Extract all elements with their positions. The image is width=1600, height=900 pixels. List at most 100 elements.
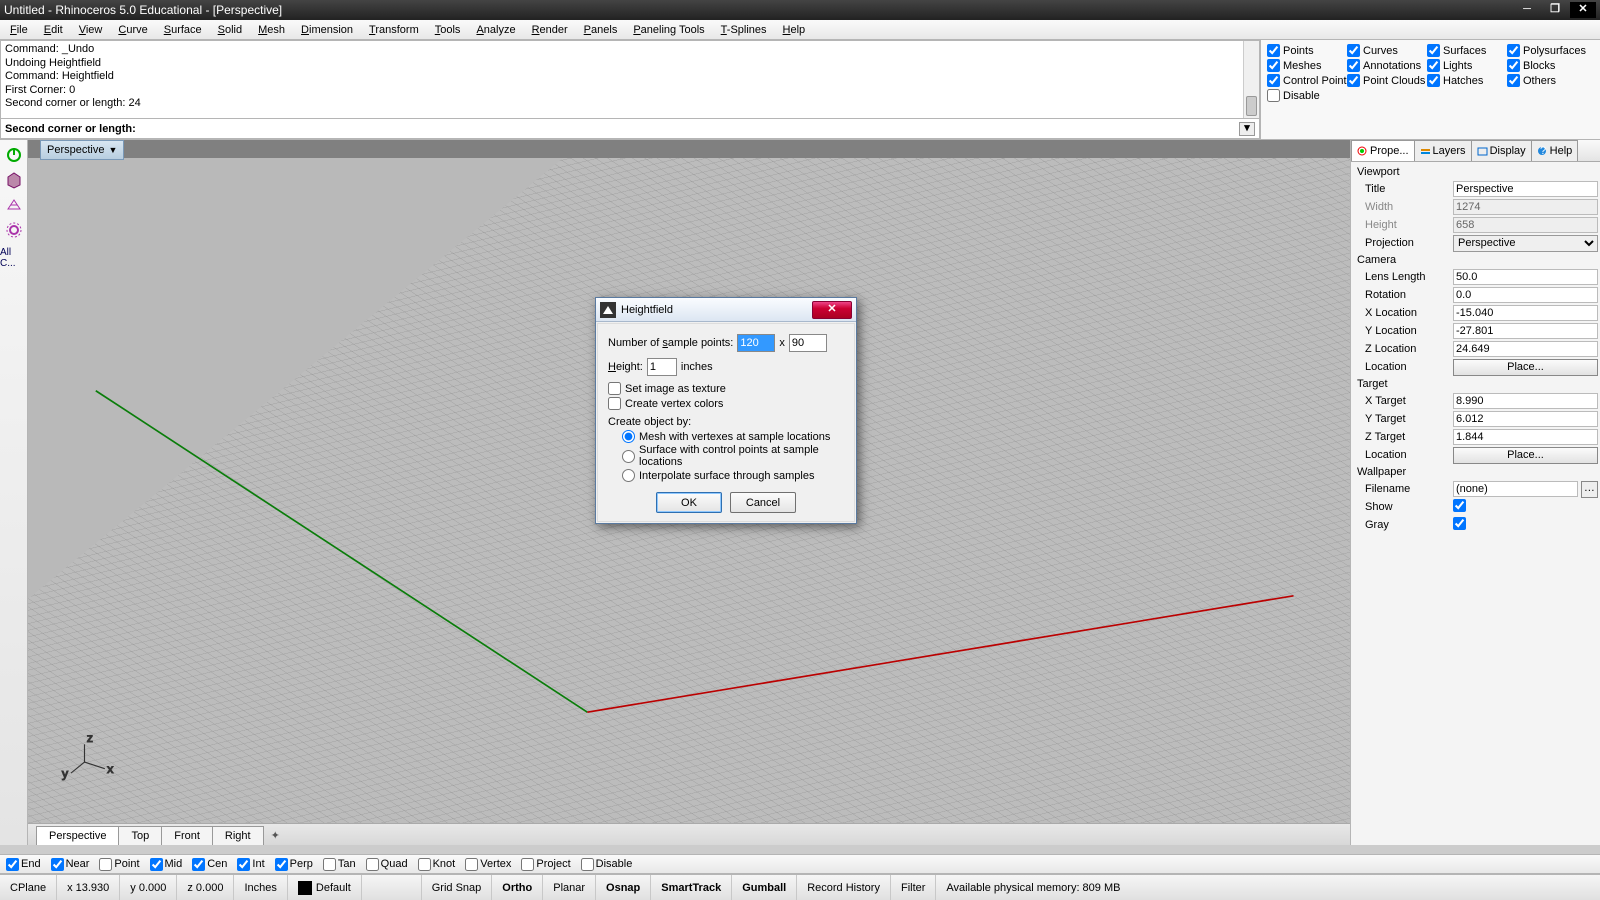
vertex-colors-checkbox[interactable]: Create vertex colors: [608, 397, 844, 410]
filter-surfaces[interactable]: Surfaces: [1427, 44, 1507, 57]
tab-display[interactable]: Display: [1471, 140, 1532, 161]
filter-disable[interactable]: Disable: [1267, 89, 1347, 102]
lens-length-field[interactable]: [1453, 269, 1598, 285]
status-toggle-grid-snap[interactable]: Grid Snap: [422, 875, 493, 900]
command-history[interactable]: Command: _Undo Undoing Heightfield Comma…: [0, 40, 1260, 119]
menu-tools[interactable]: Tools: [427, 22, 469, 38]
osnap-disable[interactable]: Disable: [581, 858, 633, 871]
menu-dimension[interactable]: Dimension: [293, 22, 361, 38]
menu-surface[interactable]: Surface: [156, 22, 210, 38]
sample-points-x-field[interactable]: [737, 334, 775, 352]
minimize-button[interactable]: ─: [1514, 2, 1540, 18]
cancel-button[interactable]: Cancel: [730, 492, 796, 513]
status-toggle-osnap[interactable]: Osnap: [596, 875, 651, 900]
status-layer[interactable]: Default: [288, 875, 362, 900]
status-filter[interactable]: Filter: [891, 875, 936, 900]
osnap-project[interactable]: Project: [521, 858, 570, 871]
status-toggle-smarttrack[interactable]: SmartTrack: [651, 875, 732, 900]
menu-solid[interactable]: Solid: [210, 22, 250, 38]
status-toggle-planar[interactable]: Planar: [543, 875, 596, 900]
menu-file[interactable]: File: [2, 22, 36, 38]
camera-place-button[interactable]: Place...: [1453, 359, 1598, 376]
z-target-field[interactable]: [1453, 429, 1598, 445]
wallpaper-show-checkbox[interactable]: [1453, 499, 1466, 512]
osnap-tan[interactable]: Tan: [323, 858, 356, 871]
mesh-icon[interactable]: [3, 194, 25, 216]
filter-hatches[interactable]: Hatches: [1427, 74, 1507, 87]
sample-points-y-field[interactable]: [789, 334, 827, 352]
status-cplane[interactable]: CPlane: [0, 875, 57, 900]
osnap-vertex[interactable]: Vertex: [465, 858, 511, 871]
tab-layers[interactable]: Layers: [1414, 140, 1472, 161]
view-tab-top[interactable]: Top: [118, 826, 162, 845]
command-input[interactable]: [140, 123, 1235, 135]
chevron-down-icon[interactable]: ▼: [108, 145, 117, 155]
osnap-mid[interactable]: Mid: [150, 858, 183, 871]
viewport-label[interactable]: Perspective ▼: [40, 140, 124, 160]
osnap-int[interactable]: Int: [237, 858, 264, 871]
projection-select[interactable]: Perspective: [1453, 235, 1598, 252]
menu-paneling-tools[interactable]: Paneling Tools: [625, 22, 712, 38]
scrollbar[interactable]: [1243, 41, 1259, 118]
x-location-field[interactable]: [1453, 305, 1598, 321]
menu-t-splines[interactable]: T-Splines: [713, 22, 775, 38]
ok-button[interactable]: OK: [656, 492, 722, 513]
menu-panels[interactable]: Panels: [576, 22, 626, 38]
target-place-button[interactable]: Place...: [1453, 447, 1598, 464]
browse-button[interactable]: …: [1581, 481, 1598, 498]
tab-help[interactable]: ?Help: [1531, 140, 1579, 161]
view-tab-right[interactable]: Right: [212, 826, 264, 845]
z-location-field[interactable]: [1453, 341, 1598, 357]
status-toggle-gumball[interactable]: Gumball: [732, 875, 797, 900]
menu-edit[interactable]: Edit: [36, 22, 71, 38]
wallpaper-gray-checkbox[interactable]: [1453, 517, 1466, 530]
command-dropdown[interactable]: ▾: [1239, 122, 1255, 136]
filter-annotations[interactable]: Annotations: [1347, 59, 1427, 72]
menu-mesh[interactable]: Mesh: [250, 22, 293, 38]
filter-blocks[interactable]: Blocks: [1507, 59, 1587, 72]
menu-help[interactable]: Help: [775, 22, 814, 38]
osnap-near[interactable]: Near: [51, 858, 90, 871]
osnap-cen[interactable]: Cen: [192, 858, 227, 871]
all-commands-button[interactable]: All C...: [0, 247, 27, 269]
filter-control-points[interactable]: Control Points: [1267, 74, 1347, 87]
status-toggle-record-history[interactable]: Record History: [797, 875, 891, 900]
status-units[interactable]: Inches: [234, 875, 287, 900]
filter-points[interactable]: Points: [1267, 44, 1347, 57]
tab-properties[interactable]: Prope...: [1351, 140, 1415, 161]
x-target-field[interactable]: [1453, 393, 1598, 409]
menu-render[interactable]: Render: [524, 22, 576, 38]
menu-analyze[interactable]: Analyze: [468, 22, 523, 38]
filter-polysurfaces[interactable]: Polysurfaces: [1507, 44, 1587, 57]
menu-transform[interactable]: Transform: [361, 22, 427, 38]
close-button[interactable]: ✕: [1570, 2, 1596, 18]
filter-meshes[interactable]: Meshes: [1267, 59, 1347, 72]
osnap-end[interactable]: End: [6, 858, 41, 871]
radio-mesh[interactable]: Mesh with vertexes at sample locations: [622, 430, 844, 443]
menu-curve[interactable]: Curve: [110, 22, 155, 38]
filter-curves[interactable]: Curves: [1347, 44, 1427, 57]
radio-interpolate[interactable]: Interpolate surface through samples: [622, 469, 844, 482]
set-texture-checkbox[interactable]: Set image as texture: [608, 382, 844, 395]
add-view-tab[interactable]: ✦: [263, 826, 288, 845]
maximize-button[interactable]: ❐: [1542, 2, 1568, 18]
osnap-point[interactable]: Point: [99, 858, 139, 871]
wallpaper-filename-field[interactable]: [1453, 481, 1578, 497]
y-target-field[interactable]: [1453, 411, 1598, 427]
box-icon[interactable]: [3, 169, 25, 191]
command-prompt[interactable]: Second corner or length: ▾: [0, 119, 1260, 139]
radio-surface-cp[interactable]: Surface with control points at sample lo…: [622, 444, 844, 468]
gear-icon[interactable]: [3, 219, 25, 241]
height-field[interactable]: [647, 358, 677, 376]
status-toggle-ortho[interactable]: Ortho: [492, 875, 543, 900]
dialog-close-button[interactable]: ✕: [812, 301, 852, 319]
dialog-titlebar[interactable]: Heightfield ✕: [596, 298, 856, 322]
osnap-quad[interactable]: Quad: [366, 858, 408, 871]
filter-others[interactable]: Others: [1507, 74, 1587, 87]
rotation-field[interactable]: [1453, 287, 1598, 303]
view-tab-front[interactable]: Front: [161, 826, 213, 845]
power-icon[interactable]: [3, 144, 25, 166]
filter-point-clouds[interactable]: Point Clouds: [1347, 74, 1427, 87]
filter-lights[interactable]: Lights: [1427, 59, 1507, 72]
viewport-title-field[interactable]: [1453, 181, 1598, 197]
